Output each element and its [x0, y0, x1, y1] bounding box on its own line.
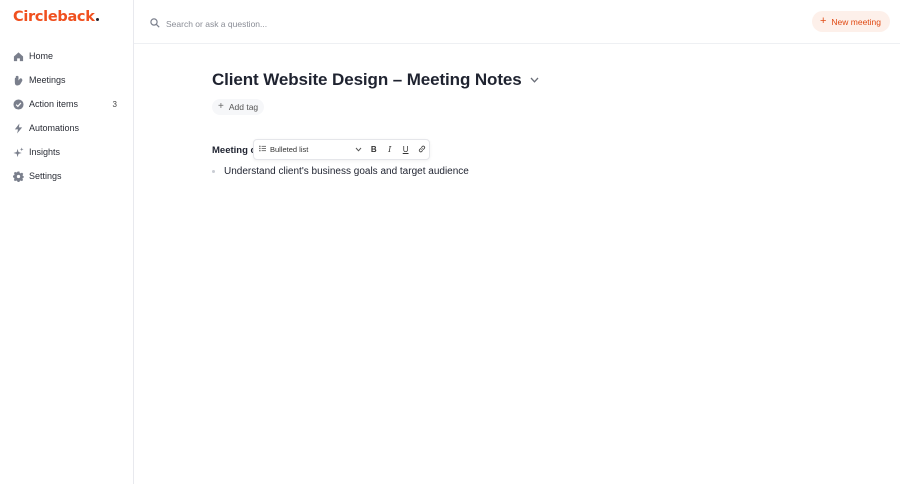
sidebar-item-settings[interactable]: Settings — [0, 164, 133, 188]
plus-icon: + — [819, 15, 827, 27]
sidebar-item-home[interactable]: Home — [0, 44, 133, 68]
home-icon — [12, 50, 24, 62]
new-meeting-label: New meeting — [831, 16, 881, 27]
sidebar-item-automations[interactable]: Automations — [0, 116, 133, 140]
action-items-count-badge: 3 — [112, 99, 117, 109]
sidebar-item-label: Action items — [29, 99, 79, 109]
sidebar-item-label: Home — [29, 51, 54, 61]
add-tag-button[interactable]: + Add tag — [212, 99, 265, 115]
sidebar-item-label: Automations — [29, 123, 80, 133]
list-icon — [259, 145, 266, 154]
add-tag-label: Add tag — [228, 102, 259, 112]
bold-button[interactable]: B — [366, 142, 381, 157]
block-type-dropdown[interactable]: Bulleted list — [259, 145, 362, 154]
sidebar-nav: Home Meetings Action items 3 Automations — [0, 44, 133, 188]
new-meeting-button[interactable]: + New meeting — [811, 11, 890, 32]
block-type-label: Bulleted list — [270, 145, 309, 154]
sidebar-item-label: Meetings — [29, 75, 66, 85]
page-title[interactable]: Client Website Design – Meeting Notes — [212, 70, 522, 90]
list-item-text: Understand client's business goals and t… — [224, 166, 469, 177]
gear-icon — [12, 170, 24, 182]
sidebar-item-meetings[interactable]: Meetings — [0, 68, 133, 92]
section-heading[interactable]: Meeting o — [212, 145, 256, 156]
italic-button[interactable]: I — [382, 142, 397, 157]
link-button[interactable] — [414, 142, 429, 157]
sparkles-icon — [12, 146, 24, 158]
meetings-icon — [12, 74, 24, 86]
sidebar-item-label: Insights — [29, 147, 61, 157]
top-bar: + New meeting — [134, 0, 900, 44]
app-logo[interactable]: Circleback — [13, 9, 99, 25]
sidebar-item-insights[interactable]: Insights — [0, 140, 133, 164]
chevron-down-icon — [355, 145, 362, 154]
plus-icon: + — [218, 101, 224, 112]
search-bar[interactable] — [150, 15, 366, 33]
lightning-icon — [12, 122, 24, 134]
list-item[interactable]: Understand client's business goals and t… — [212, 166, 469, 177]
note-title-row: Client Website Design – Meeting Notes — [212, 70, 540, 90]
search-input[interactable] — [166, 19, 366, 29]
check-circle-icon — [12, 98, 24, 110]
sidebar: Circleback Home Meetings Action items 3 — [0, 0, 134, 484]
sidebar-item-label: Settings — [29, 171, 62, 181]
format-toolbar: Bulleted list B I U — [253, 139, 430, 160]
search-icon — [150, 15, 160, 33]
bullet-dot — [212, 170, 215, 173]
note-bullet-list: Understand client's business goals and t… — [212, 166, 469, 177]
chevron-down-icon[interactable] — [530, 75, 540, 85]
sidebar-item-action-items[interactable]: Action items 3 — [0, 92, 133, 116]
link-icon — [418, 145, 426, 155]
underline-button[interactable]: U — [398, 142, 413, 157]
